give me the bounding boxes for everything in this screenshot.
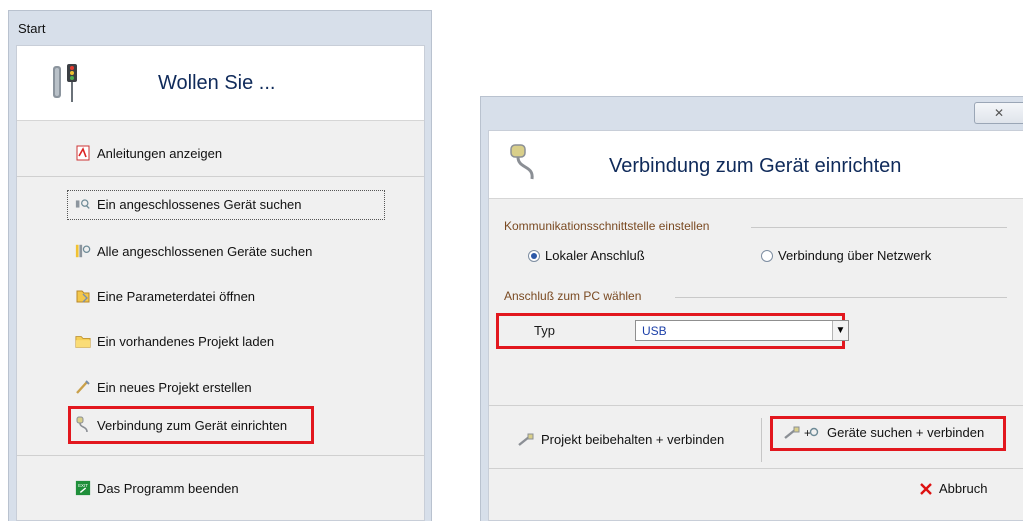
- radio-local-port[interactable]: Lokaler Anschluß: [528, 248, 645, 263]
- plug-icon: [518, 433, 534, 446]
- menu-label: Eine Parameterdatei öffnen: [97, 288, 256, 304]
- close-icon: ✕: [993, 106, 1005, 120]
- device-search-icon: [75, 196, 91, 212]
- button-label: Projekt beibehalten + verbinden: [541, 432, 725, 447]
- connection-icon: [75, 416, 91, 433]
- menu-label: Anleitungen anzeigen: [97, 145, 223, 161]
- button-divider: [761, 418, 762, 462]
- separator: [489, 405, 1023, 406]
- header-title: Wollen Sie ...: [158, 72, 276, 94]
- radio-network[interactable]: Verbindung über Netzwerk: [761, 248, 931, 263]
- devices-search-icon: [75, 243, 91, 259]
- connection-dialog: ✕ Verbindung zum Gerät einrichten Kommun…: [480, 96, 1023, 521]
- menu-label: Ein angeschlossenes Gerät suchen: [97, 196, 302, 212]
- close-button[interactable]: ✕: [974, 102, 1023, 124]
- menu-open-parameter-file[interactable]: Eine Parameterdatei öffnen: [75, 285, 255, 307]
- separator: [489, 468, 1023, 469]
- plug-search-icon: +: [784, 426, 819, 440]
- type-select[interactable]: USB ▼: [635, 320, 849, 341]
- separator: [17, 176, 424, 177]
- menu-search-device[interactable]: Ein angeschlossenes Gerät suchen: [75, 193, 302, 215]
- separator: [17, 455, 424, 456]
- radio-button-checked[interactable]: [528, 249, 540, 262]
- folder-icon: [75, 333, 91, 349]
- menu-show-manuals[interactable]: Anleitungen anzeigen: [75, 142, 222, 164]
- interface-group-label: Kommunikationsschnittstelle einstellen: [504, 219, 710, 233]
- open-file-icon: [75, 288, 91, 304]
- menu-load-project[interactable]: Ein vorhandenes Projekt laden: [75, 330, 274, 352]
- port-group-label: Anschluß zum PC wählen: [504, 289, 642, 303]
- connection-header-icon: [510, 144, 534, 180]
- radio-label: Verbindung über Netzwerk: [778, 248, 932, 263]
- menu-label: Das Programm beenden: [97, 480, 239, 496]
- dialog-header: Verbindung zum Gerät einrichten: [489, 131, 1023, 199]
- menu-label: Ein vorhandenes Projekt laden: [97, 333, 275, 349]
- traffic-light-icon: [53, 64, 77, 102]
- group-divider: [751, 227, 1007, 228]
- svg-text:EXIT: EXIT: [78, 483, 88, 488]
- keep-project-connect-button[interactable]: Projekt beibehalten + verbinden: [517, 432, 724, 447]
- pdf-icon: [75, 145, 91, 161]
- new-project-icon: [75, 379, 91, 395]
- menu-new-project[interactable]: Ein neues Projekt erstellen: [75, 376, 252, 398]
- radio-label: Lokaler Anschluß: [545, 248, 645, 263]
- type-label: Typ: [534, 323, 555, 338]
- menu-setup-connection[interactable]: Verbindung zum Gerät einrichten: [75, 414, 287, 436]
- menu-label: Alle angeschlossenen Geräte suchen: [97, 243, 313, 259]
- search-devices-connect-button[interactable]: + Geräte suchen + verbinden: [783, 425, 984, 440]
- start-panel: Wollen Sie ... Anleitungen anzeigen Ein …: [16, 45, 425, 521]
- dialog-title: Verbindung zum Gerät einrichten: [609, 155, 902, 177]
- button-label: Geräte suchen + verbinden: [827, 425, 985, 440]
- menu-label: Ein neues Projekt erstellen: [97, 379, 252, 395]
- radio-button[interactable]: [761, 249, 773, 262]
- exit-icon: EXIT: [75, 480, 91, 496]
- window-title: Start: [18, 21, 46, 36]
- cancel-button[interactable]: Abbruch: [919, 481, 987, 496]
- type-select-value: USB: [642, 324, 667, 338]
- close-icon: [920, 482, 932, 495]
- group-divider: [675, 297, 1007, 298]
- menu-search-all-devices[interactable]: Alle angeschlossenen Geräte suchen: [75, 240, 312, 262]
- menu-exit-program[interactable]: EXIT Das Programm beenden: [75, 477, 239, 499]
- start-window: Start Wollen Sie ... Anleitungen anzeige…: [8, 10, 432, 521]
- dialog-panel: Verbindung zum Gerät einrichten Kommunik…: [488, 130, 1023, 521]
- menu-label: Verbindung zum Gerät einrichten: [97, 417, 288, 433]
- button-label: Abbruch: [939, 481, 988, 496]
- chevron-down-icon[interactable]: ▼: [832, 321, 848, 340]
- start-header: Wollen Sie ...: [17, 46, 424, 121]
